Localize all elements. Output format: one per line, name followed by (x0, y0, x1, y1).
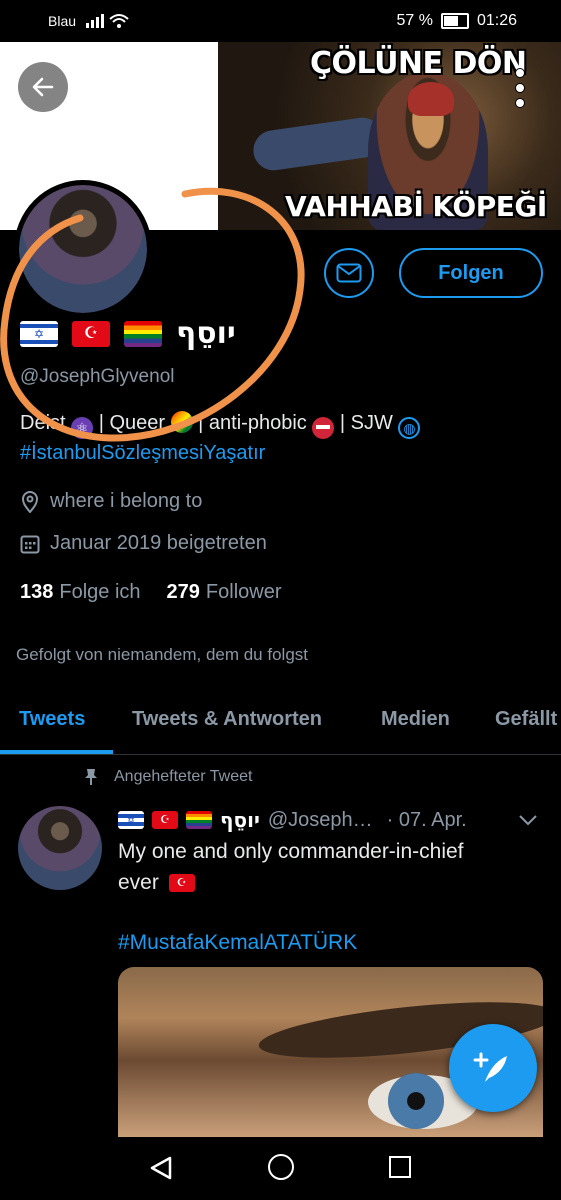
nav-home-icon[interactable] (268, 1154, 294, 1180)
tab-media[interactable]: Medien (381, 708, 450, 731)
tab-likes[interactable]: Gefällt (495, 708, 557, 731)
profile-tabs: Tweets Tweets & Antworten Medien Gefällt (0, 690, 561, 755)
turkey-flag-icon: ☪ (152, 811, 178, 829)
rainbow-icon (170, 411, 193, 433)
bio-sjw: | SJW (339, 412, 393, 434)
followers-link[interactable]: 279 Follower (167, 581, 282, 604)
rainbow-flag-icon (186, 811, 212, 829)
compose-tweet-button[interactable] (449, 1024, 537, 1112)
envelope-icon (336, 263, 362, 283)
turkey-flag-icon: ☪ (168, 874, 195, 892)
follow-stats: 138 Folge ich 279 Follower (20, 581, 281, 604)
tweet-author-name[interactable]: יוסֵף (220, 808, 260, 832)
message-button[interactable] (324, 248, 374, 298)
battery-percent: 57 % (396, 12, 433, 29)
following-link[interactable]: 138 Folge ich (20, 581, 141, 604)
join-date-row: Januar 2019 beigetreten (20, 532, 267, 555)
israel-flag-icon: ✡ (118, 811, 144, 829)
chevron-down-icon[interactable] (518, 809, 538, 832)
tweet-header: ✡ ☪ יוסֵף @Joseph… · 07. Apr. (118, 808, 538, 832)
calendar-icon (20, 535, 40, 553)
rainbow-flag-icon (124, 320, 162, 347)
globe-icon: ◍ (398, 417, 421, 439)
compose-feather-icon (473, 1052, 507, 1082)
location-row: where i belong to (20, 490, 202, 513)
display-name: יוסֵף (176, 316, 236, 351)
more-options-button[interactable] (506, 68, 534, 108)
system-navigation-bar (0, 1137, 561, 1200)
tweet-hashtag-link[interactable]: #MustafaKemalATATÜRK (118, 931, 357, 955)
clock: 01:26 (476, 12, 517, 29)
follow-button[interactable]: Folgen (399, 248, 543, 298)
bio-queer: | Queer (98, 412, 166, 434)
pinned-label: Angehefteter Tweet (114, 768, 253, 785)
location-text: where i belong to (50, 490, 203, 512)
bio-line: Deist ⚛ | Queer | anti-phobic | SJW ◍ (20, 411, 421, 439)
atom-icon: ⚛ (71, 417, 94, 439)
battery-icon (440, 13, 469, 29)
turkey-flag-icon: ☪ (72, 320, 110, 347)
bio-hashtag-link[interactable]: #İstanbulSözleşmesiYaşatır (20, 442, 265, 465)
followed-by-text: Gefolgt von niemandem, dem du folgst (16, 645, 308, 664)
status-bar: Blau 57 % 01:26 (0, 0, 561, 42)
signal-wifi-icon (86, 12, 130, 33)
tweet-avatar[interactable] (18, 806, 102, 890)
tweet-text-line: ever ☪ (118, 871, 195, 895)
profile-avatar[interactable] (14, 180, 152, 318)
nav-back-icon[interactable] (148, 1155, 174, 1186)
pinned-label-row: Angehefteter Tweet (84, 768, 252, 786)
location-pin-icon (21, 490, 39, 513)
active-tab-indicator (0, 750, 113, 754)
no-entry-icon (312, 417, 335, 439)
tab-tweets[interactable]: Tweets (19, 708, 85, 731)
israel-flag-icon: ✡ (20, 320, 58, 347)
user-handle: @JosephGlyvenol (20, 366, 175, 387)
arrow-left-icon (32, 77, 54, 97)
display-name-row: ✡ ☪ יוסֵף (20, 316, 236, 351)
tab-tweets-replies[interactable]: Tweets & Antworten (132, 708, 322, 731)
tweet-author-handle[interactable]: @Joseph… (268, 809, 373, 832)
tweet-text-line: My one and only commander-in-chief (118, 840, 464, 863)
nav-recent-apps-icon[interactable] (389, 1156, 411, 1178)
tweet-date[interactable]: · 07. Apr. (387, 809, 467, 832)
banner-caption-bottom: VAHHABİ KÖPEĞİ (285, 190, 547, 223)
banner-caption-top: ÇÖLÜNE DÖN (310, 46, 527, 81)
carrier-name: Blau (48, 13, 77, 29)
back-button[interactable] (18, 62, 68, 112)
pin-icon (85, 769, 97, 785)
bio-antiphobic: | anti-phobic (198, 412, 307, 434)
join-date-text: Januar 2019 beigetreten (50, 532, 267, 554)
bio-deist: Deist (20, 412, 66, 434)
